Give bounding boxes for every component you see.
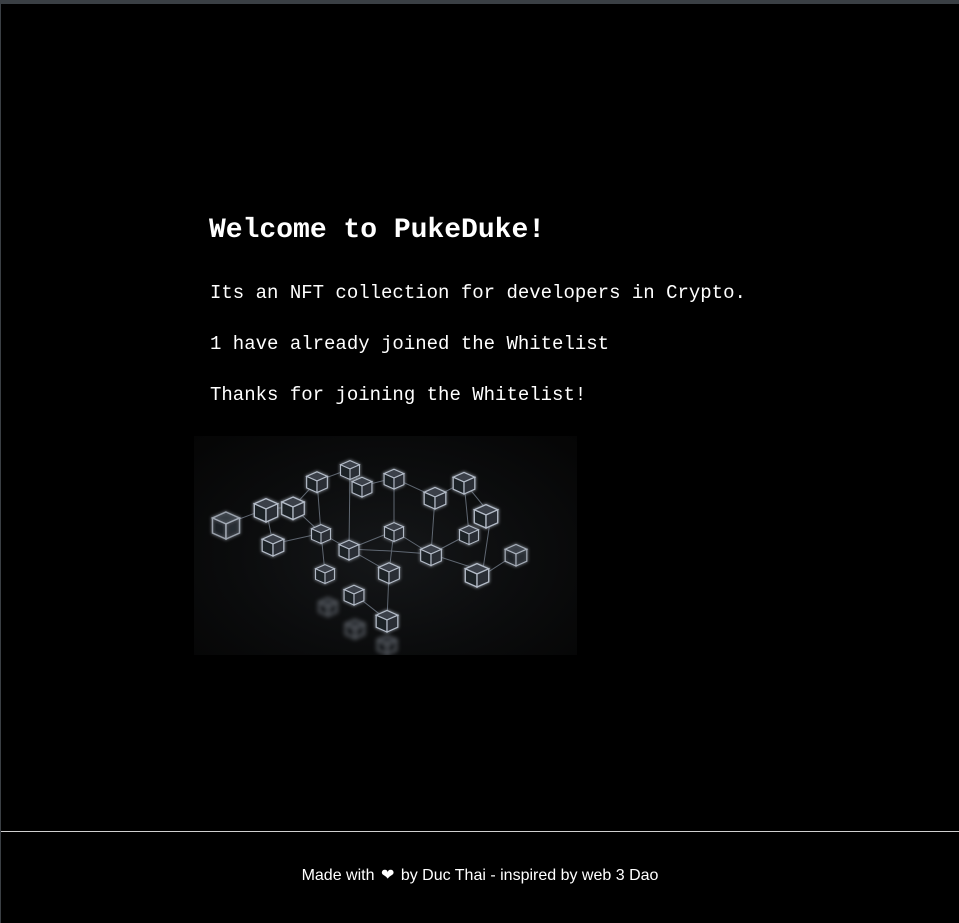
whitelist-count: 1 have already joined the Whitelist [210, 333, 610, 355]
page-title: Welcome to PukeDuke! [209, 215, 546, 246]
main-section: Welcome to PukeDuke! Its an NFT collecti… [1, 4, 959, 831]
footer: Made with ❤ by Duc Thai - inspired by we… [1, 831, 959, 923]
whitelist-status: Thanks for joining the Whitelist! [210, 384, 587, 406]
content: Welcome to PukeDuke! Its an NFT collecti… [209, 211, 809, 406]
collection-description: Its an NFT collection for developers in … [210, 282, 746, 304]
blockchain-network-image [194, 436, 577, 655]
footer-credit: Made with ❤ by Duc Thai - inspired by we… [1, 866, 959, 886]
footer-text-after: by Duc Thai - inspired by web 3 Dao [400, 867, 659, 884]
page: Welcome to PukeDuke! Its an NFT collecti… [0, 0, 959, 923]
footer-text-before: Made with [301, 867, 375, 884]
heart-icon: ❤ [380, 867, 395, 884]
